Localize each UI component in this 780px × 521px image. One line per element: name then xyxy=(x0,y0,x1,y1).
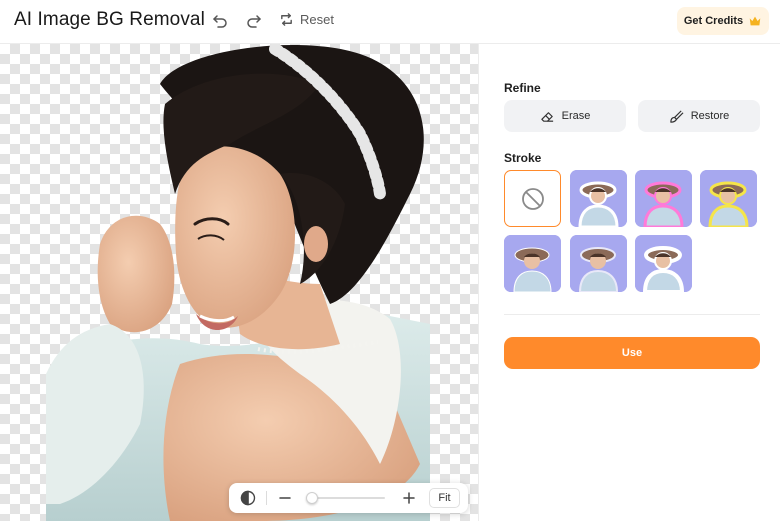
restore-label: Restore xyxy=(690,110,730,122)
image-canvas[interactable] xyxy=(0,44,478,521)
erase-button[interactable]: Erase xyxy=(504,100,626,132)
stroke-option-white-thick[interactable] xyxy=(635,235,692,292)
no-stroke-icon xyxy=(521,187,544,210)
redo-button[interactable] xyxy=(243,10,265,32)
toolbar-separator xyxy=(266,491,267,505)
brush-icon xyxy=(670,109,684,123)
redo-icon xyxy=(247,15,261,28)
crown-icon xyxy=(749,16,761,26)
stroke-option-thin-white[interactable] xyxy=(504,235,561,292)
get-credits-button[interactable]: Get Credits xyxy=(677,7,769,35)
reset-label: Reset xyxy=(300,12,334,27)
stroke-preview-image xyxy=(635,235,692,292)
stroke-preview-image xyxy=(570,235,627,292)
app-title: AI Image BG Removal xyxy=(14,9,205,30)
eraser-icon xyxy=(540,111,553,122)
stroke-option-yellow[interactable] xyxy=(700,170,757,227)
stroke-option-white[interactable] xyxy=(570,170,627,227)
top-bar: AI Image BG Removal Reset Get Credits xyxy=(0,0,780,44)
compare-icon[interactable] xyxy=(239,489,257,507)
reset-button[interactable]: Reset xyxy=(279,12,334,27)
zoom-slider-track[interactable] xyxy=(308,497,385,499)
fit-button[interactable]: Fit xyxy=(429,488,460,508)
get-credits-label: Get Credits xyxy=(683,15,744,27)
settings-panel: Refine Erase Restore Stroke Use xyxy=(479,44,780,521)
zoom-toolbar: Fit xyxy=(229,483,468,513)
restore-button[interactable]: Restore xyxy=(638,100,760,132)
zoom-slider-handle[interactable] xyxy=(306,492,318,504)
erase-label: Erase xyxy=(561,110,591,122)
reset-icon xyxy=(281,13,292,26)
minus-icon[interactable] xyxy=(277,490,293,506)
use-button[interactable]: Use xyxy=(504,337,760,369)
stroke-preview-image xyxy=(700,170,757,227)
stroke-option-pink[interactable] xyxy=(635,170,692,227)
stroke-preview-image xyxy=(504,235,561,292)
stroke-preview-image xyxy=(635,170,692,227)
refine-heading: Refine xyxy=(504,81,541,95)
stroke-heading: Stroke xyxy=(504,151,542,165)
undo-button[interactable] xyxy=(209,10,231,32)
cutout-subject-image xyxy=(46,44,430,521)
section-divider xyxy=(504,314,760,315)
plus-icon[interactable] xyxy=(401,490,417,506)
undo-icon xyxy=(213,15,227,28)
stroke-preview-image xyxy=(570,170,627,227)
stroke-option-light[interactable] xyxy=(570,235,627,292)
stroke-option-none[interactable] xyxy=(504,170,561,227)
